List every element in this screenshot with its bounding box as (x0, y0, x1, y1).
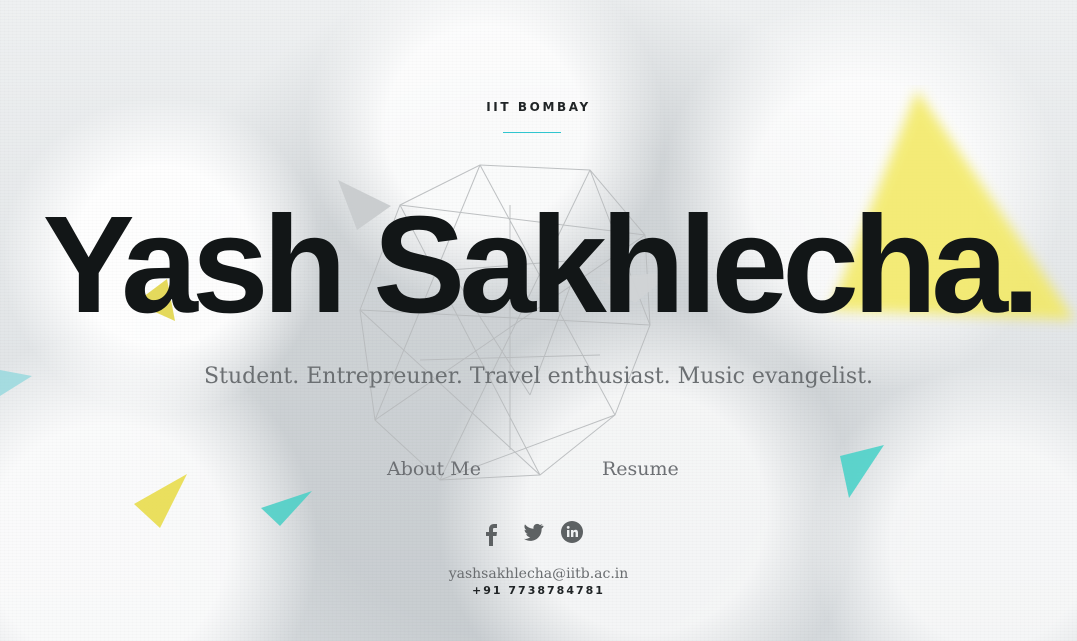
yellow-triangle-lower-left (134, 474, 187, 528)
contact-email[interactable]: yashsakhlecha@iitb.ac.in (0, 566, 1077, 582)
facebook-link[interactable] (480, 519, 504, 547)
hero-tagline: Student. Entrepreuner. Travel enthusiast… (204, 364, 873, 389)
cyan-triangle-right (840, 445, 884, 498)
about-me-link[interactable]: About Me (387, 458, 481, 480)
cyan-triangle-lower-left (261, 491, 312, 526)
linkedin-link[interactable] (560, 519, 584, 545)
linkedin-icon (561, 521, 583, 543)
accent-divider (503, 132, 561, 133)
facebook-icon (486, 524, 497, 546)
twitter-link[interactable] (520, 519, 546, 545)
twitter-icon (524, 523, 544, 541)
hero-name-title: Yash Sakhlecha. (42, 188, 1041, 342)
contact-phone: +91 7738784781 (472, 584, 605, 597)
hero-page: IIT BOMBAY Yash Sakhlecha. Student. Entr… (0, 0, 1077, 641)
resume-link[interactable]: Resume (602, 458, 679, 480)
institution-label: IIT BOMBAY (486, 100, 591, 114)
